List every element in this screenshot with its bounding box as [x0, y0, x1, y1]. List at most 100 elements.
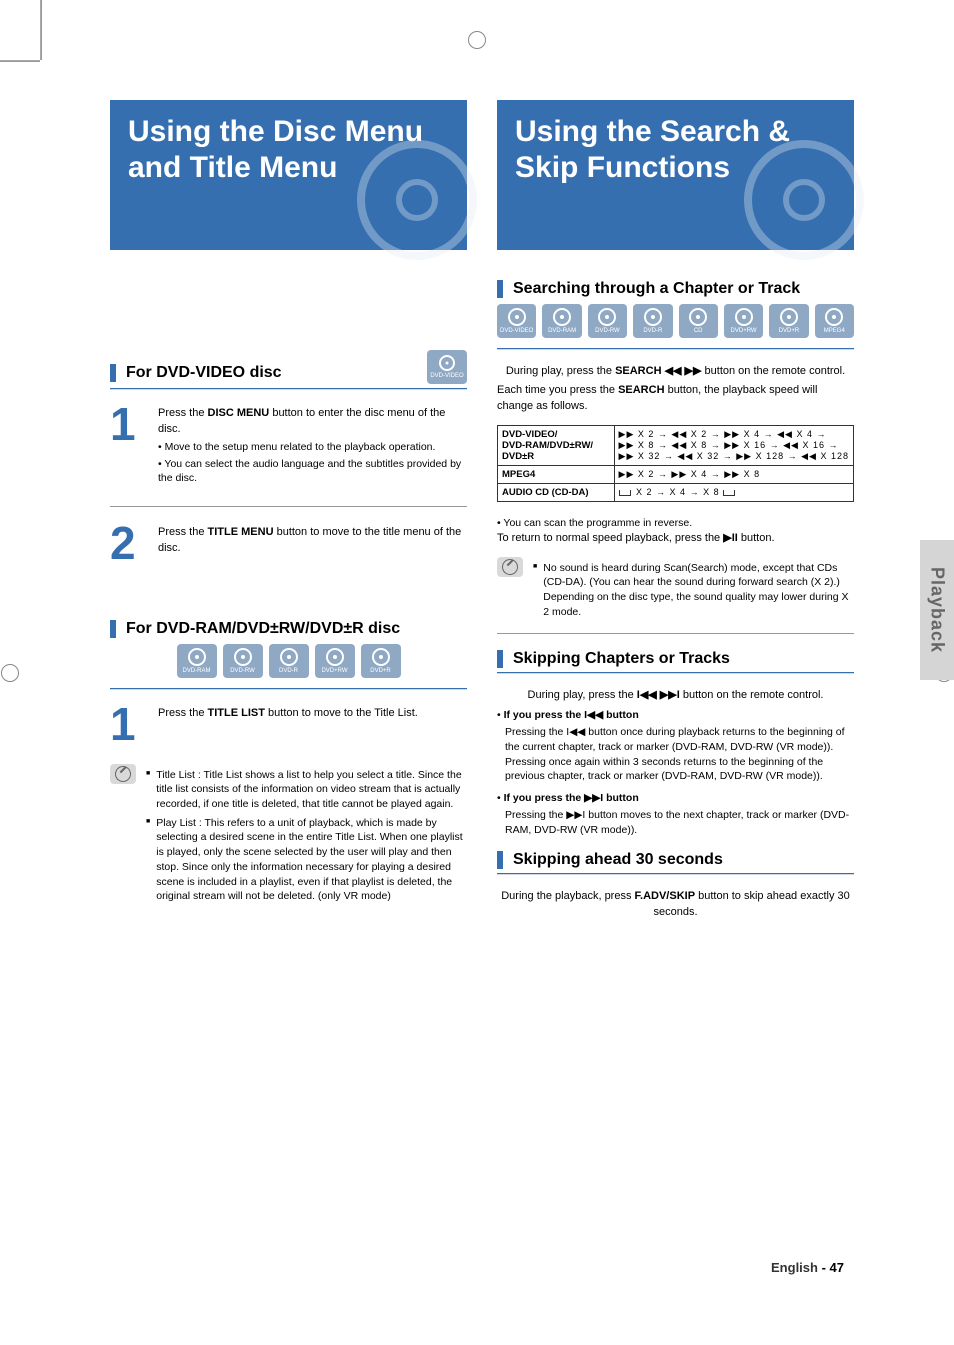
subheading-search-chapter: Searching through a Chapter or Track — [497, 280, 854, 298]
heading-search-skip: Using the Search & Skip Functions — [497, 100, 854, 250]
heading-text: Using the Search & Skip Functions — [515, 114, 836, 186]
register-mark — [1, 664, 19, 682]
table-row: MPEG4 ▶▶ X 2 → ▶▶ X 4 → ▶▶ X 8 — [498, 465, 854, 483]
badge-dvd-r: DVD-R — [269, 644, 309, 678]
table-row: DVD-VIDEO/ DVD-RAM/DVD±RW/ DVD±R ▶▶ X 2 … — [498, 425, 854, 465]
subheading-text: For DVD-RAM/DVD±RW/DVD±R disc — [126, 620, 400, 638]
subheading-text: Skipping ahead 30 seconds — [513, 851, 723, 869]
search-line: During play, press the SEARCH ◀◀ ▶▶ butt… — [497, 364, 854, 377]
step-line: Press the DISC MENU button to enter the … — [158, 406, 467, 438]
note-text: Title List : Title List shows a list to … — [146, 768, 467, 812]
subheading-dvd-ram: For DVD-RAM/DVD±RW/DVD±R disc — [110, 620, 467, 638]
note-text: No sound is heard during Scan(Search) mo… — [533, 561, 854, 620]
subheading-text: For DVD-VIDEO disc — [126, 364, 282, 382]
disc-icon — [780, 308, 798, 326]
note-block: Title List : Title List shows a list to … — [110, 764, 467, 908]
heading-disc-menu: Using the Disc Menu and Title Menu — [110, 100, 467, 250]
disc-icon — [689, 308, 707, 326]
disc-icon — [234, 648, 252, 666]
accent-bar — [497, 650, 503, 668]
side-tab-playback: Playback — [920, 540, 954, 680]
badge-label: DVD+R — [779, 328, 800, 334]
button-name: TITLE LIST — [208, 707, 265, 719]
disc-icon — [188, 648, 206, 666]
disc-icon — [508, 308, 526, 326]
disc-icon — [439, 355, 455, 371]
badge: CD — [679, 304, 718, 338]
badge-label: DVD-RW — [595, 328, 620, 334]
step-number: 1 — [110, 404, 144, 488]
badge-dvd-plus-rw: DVD+RW — [315, 644, 355, 678]
skip-buttons: I◀◀ ▶▶I — [637, 689, 680, 701]
disc-icon — [735, 308, 753, 326]
search-buttons: SEARCH ◀◀ ▶▶ — [615, 365, 701, 377]
crop-mark — [0, 60, 40, 62]
rule — [497, 672, 854, 674]
badge-dvd-video: DVD-VIDEO — [427, 350, 467, 384]
badge-label: DVD-RAM — [548, 328, 576, 334]
badge-label: DVD+R — [370, 668, 391, 674]
heading-text: Using the Disc Menu and Title Menu — [128, 114, 449, 186]
badge-row: DVD-RAM DVD-RW DVD-R DVD+RW DVD+R — [110, 644, 467, 678]
register-mark — [468, 31, 486, 49]
speed-table: DVD-VIDEO/ DVD-RAM/DVD±RW/ DVD±R ▶▶ X 2 … — [497, 425, 854, 502]
badge-dvd-rw: DVD-RW — [223, 644, 263, 678]
subheading-dvd-video: For DVD-VIDEO disc — [110, 364, 282, 382]
badge-row: DVD-VIDEO DVD-RAM DVD-RW DVD-R CD DVD+RW… — [497, 304, 854, 338]
subheading-text: Searching through a Chapter or Track — [513, 280, 800, 298]
badge: DVD-R — [633, 304, 672, 338]
note-icon — [110, 764, 136, 784]
rule — [497, 873, 854, 875]
divider — [497, 633, 854, 634]
table-row: AUDIO CD (CD-DA) X 2 → X 4 → X 8 — [498, 483, 854, 501]
crop-mark — [40, 0, 42, 60]
subheading-skip-chapters: Skipping Chapters or Tracks — [497, 650, 854, 668]
badge-dvd-plus-r: DVD+R — [361, 644, 401, 678]
table-label: AUDIO CD (CD-DA) — [498, 483, 615, 501]
badge-label: DVD-VIDEO — [430, 373, 463, 379]
badge: DVD-VIDEO — [497, 304, 536, 338]
badge-label: DVD+RW — [731, 328, 757, 334]
step-1b: 1 Press the TITLE LIST button to move to… — [110, 704, 467, 745]
rule — [110, 388, 467, 390]
table-label: MPEG4 — [498, 465, 615, 483]
table-value: X 2 → X 4 → X 8 — [614, 483, 853, 501]
badge-dvd-ram: DVD-RAM — [177, 644, 217, 678]
rule — [110, 688, 467, 690]
disc-icon — [598, 308, 616, 326]
subheading-text: Skipping Chapters or Tracks — [513, 650, 730, 668]
press-next-body: Pressing the ▶▶I button moves to the nex… — [505, 808, 854, 837]
step-2: 2 Press the TITLE MENU button to move to… — [110, 523, 467, 564]
step-number: 1 — [110, 704, 144, 745]
disc-icon — [326, 648, 344, 666]
disc-icon — [553, 308, 571, 326]
badge-label: DVD+RW — [321, 668, 347, 674]
press-each: Each time you press the SEARCH button, t… — [497, 383, 854, 415]
button-name: DISC MENU — [208, 407, 270, 419]
speed-sequence: ▶▶ X 2 → ▶▶ X 4 → ▶▶ X 8 — [619, 469, 761, 479]
badge: MPEG4 — [815, 304, 854, 338]
disc-icon — [280, 648, 298, 666]
step-line: Press the TITLE MENU button to move to t… — [158, 525, 467, 557]
step-bullet: • Move to the setup menu related to the … — [158, 440, 467, 455]
badge-label: DVD-R — [643, 328, 662, 334]
note-icon — [497, 557, 523, 577]
accent-bar — [497, 851, 503, 869]
press-next-label: • If you press the ▶▶I button — [497, 792, 854, 804]
badge: DVD+R — [769, 304, 808, 338]
scan-line: • You can scan the programme in reverse. — [497, 516, 854, 531]
badge-label: DVD-R — [279, 668, 298, 674]
return-line: To return to normal speed playback, pres… — [497, 531, 854, 547]
step-line: Press the TITLE LIST button to move to t… — [158, 706, 467, 722]
accent-bar — [497, 280, 503, 298]
accent-bar — [110, 620, 116, 638]
disc-icon — [644, 308, 662, 326]
badge-label: MPEG4 — [824, 328, 845, 334]
skip-line: During play, press the I◀◀ ▶▶I button on… — [497, 688, 854, 701]
step-number: 2 — [110, 523, 144, 564]
badge: DVD-RW — [588, 304, 627, 338]
subheading-skip-30: Skipping ahead 30 seconds — [497, 851, 854, 869]
press-prev-label: • If you press the I◀◀ button — [497, 709, 854, 721]
fadv-skip-button: F.ADV/SKIP — [635, 890, 696, 902]
press-prev-body: Pressing the I◀◀ button once during play… — [505, 725, 854, 784]
